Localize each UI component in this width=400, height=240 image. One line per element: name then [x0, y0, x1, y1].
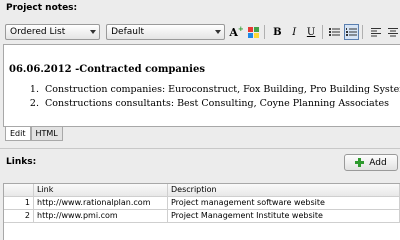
align-center-button[interactable] [385, 24, 400, 40]
table-header-row: Link Description [4, 184, 400, 197]
underline-icon: U [306, 26, 316, 38]
links-table: Link Description 1 http://www.rationalpl… [3, 183, 400, 240]
font-value: Default [111, 27, 145, 37]
notes-ordered-list: 1. Construction companies: Euroconstruct,… [24, 83, 400, 111]
align-left-icon [370, 27, 381, 36]
list-item-text: Construction companies: Euroconstruct, F… [45, 84, 400, 95]
bullet-list-button[interactable] [328, 24, 343, 40]
bold-button[interactable]: B [270, 24, 285, 40]
paragraph-style-value: Ordered List [10, 27, 66, 37]
ordered-list-button[interactable] [344, 24, 360, 40]
chevron-down-icon [215, 30, 222, 34]
paragraph-style-dropdown[interactable]: Ordered List [5, 24, 101, 40]
column-header-number[interactable] [4, 184, 34, 196]
list-item: 2. Constructions consultants: Best Consul… [24, 97, 400, 111]
font-size-button[interactable]: A + [229, 24, 244, 40]
section-divider [0, 148, 400, 149]
list-item-number: 2. [29, 98, 39, 109]
font-size-icon: A [229, 25, 238, 39]
toolbar-separator [263, 25, 265, 39]
project-notes-label: Project notes: [6, 3, 78, 13]
ordered-list-icon [346, 28, 358, 36]
font-dropdown[interactable]: Default [106, 24, 226, 40]
chevron-down-icon [90, 30, 97, 34]
tab-edit[interactable]: Edit [5, 127, 31, 141]
add-link-label: Add [369, 157, 387, 168]
italic-button[interactable]: I [287, 24, 302, 40]
row-number: 2 [4, 210, 34, 222]
toolbar-separator [362, 25, 364, 39]
row-number: 1 [4, 197, 34, 209]
italic-icon: I [292, 26, 297, 38]
plus-icon: + [237, 24, 244, 33]
list-item-text: Constructions consultants: Best Consulti… [45, 98, 389, 109]
add-link-button[interactable]: Add [344, 154, 398, 171]
link-cell[interactable]: http://www.pmi.com [34, 210, 168, 222]
description-cell[interactable]: Project management software website [168, 197, 400, 209]
plus-icon [355, 158, 365, 167]
align-left-button[interactable] [368, 24, 383, 40]
editor-mode-tabs: Edit HTML [5, 127, 63, 141]
tab-html[interactable]: HTML [30, 127, 63, 141]
bullet-list-icon [329, 28, 341, 36]
bold-icon: B [273, 26, 282, 38]
editor-toolbar: Ordered List Default A + B I U [5, 22, 400, 42]
toolbar-separator [321, 25, 323, 39]
align-center-icon [387, 27, 398, 36]
description-cell[interactable]: Project Management Institute website [168, 210, 400, 222]
column-header-link[interactable]: Link [34, 184, 168, 196]
table-row[interactable]: 1 http://www.rationalplan.com Project ma… [4, 197, 400, 210]
color-palette-button[interactable] [246, 24, 261, 40]
notes-heading: 06.06.2012 -Contracted companies [9, 64, 205, 75]
table-row[interactable]: 2 http://www.pmi.com Project Management … [4, 210, 400, 223]
list-item-number: 1. [29, 84, 39, 95]
column-header-description[interactable]: Description [168, 184, 400, 196]
notes-editor[interactable]: 06.06.2012 -Contracted companies 1. Const… [3, 44, 400, 127]
links-label: Links: [6, 157, 37, 167]
list-item: 1. Construction companies: Euroconstruct,… [24, 83, 400, 97]
color-palette-icon [247, 26, 259, 38]
underline-button[interactable]: U [304, 24, 319, 40]
link-cell[interactable]: http://www.rationalplan.com [34, 197, 168, 209]
